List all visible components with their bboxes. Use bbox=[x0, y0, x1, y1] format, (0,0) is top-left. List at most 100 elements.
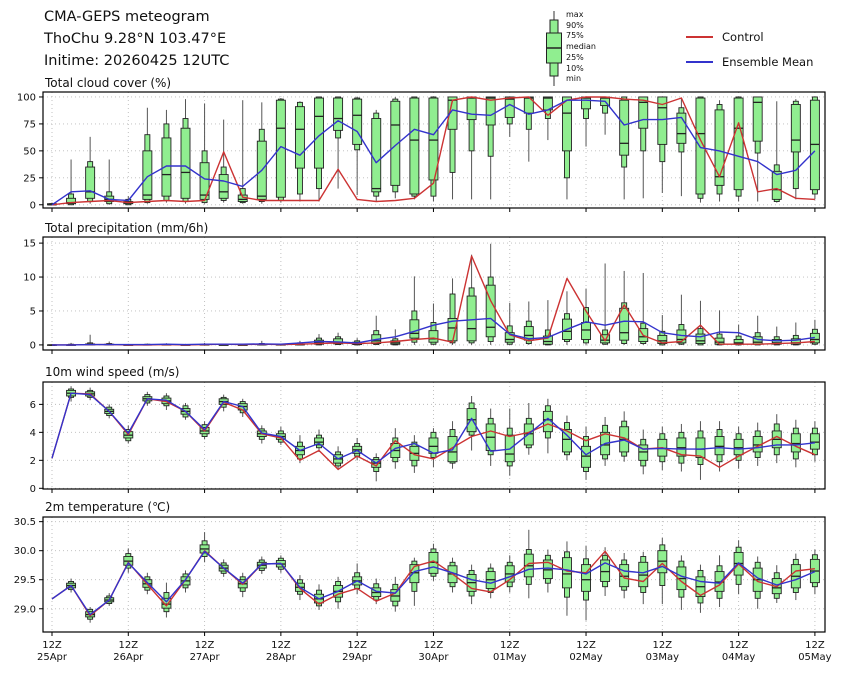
y-tick-label: 2 bbox=[30, 456, 36, 467]
x-axis-precip bbox=[51, 350, 816, 354]
box-plot bbox=[542, 549, 553, 593]
y-tick-label: 30.0 bbox=[14, 546, 36, 557]
box-plot bbox=[790, 99, 801, 200]
box-plot bbox=[371, 109, 382, 202]
box-plots-wind bbox=[66, 386, 820, 482]
box-plot bbox=[161, 582, 172, 618]
box-plot bbox=[714, 310, 725, 346]
box-plot bbox=[600, 96, 611, 135]
box-plot bbox=[562, 541, 572, 616]
y-tick-label: 100 bbox=[17, 92, 36, 103]
box-plot bbox=[771, 326, 782, 346]
y-tick-label: 0 bbox=[30, 484, 36, 495]
x-tick-date-label: 05May bbox=[798, 652, 831, 663]
y-tick-label: 50 bbox=[23, 146, 36, 157]
box-plot bbox=[466, 96, 477, 200]
box-plot bbox=[676, 294, 687, 345]
box-plot bbox=[428, 428, 439, 468]
y-tick-label: 75 bbox=[23, 119, 36, 130]
panel-precip: 0 5 10 15 bbox=[23, 236, 826, 354]
box-plot bbox=[562, 291, 572, 345]
box-plot bbox=[485, 563, 496, 599]
box-plot bbox=[752, 315, 763, 346]
box-plot bbox=[447, 278, 458, 345]
box-plot bbox=[600, 416, 611, 466]
x-tick-date-label: 04May bbox=[722, 652, 755, 663]
box-plot bbox=[142, 107, 153, 204]
x-tick-date-label: 30Apr bbox=[418, 652, 449, 663]
box-plot bbox=[695, 300, 706, 346]
box-plot bbox=[676, 555, 687, 610]
x-axis-cloud bbox=[51, 208, 816, 212]
box-plot bbox=[752, 96, 763, 202]
box-plots-precip bbox=[47, 243, 820, 346]
box-plot bbox=[790, 553, 801, 601]
box-plot bbox=[504, 302, 515, 345]
box-plot bbox=[771, 101, 782, 203]
box-plot bbox=[85, 136, 96, 204]
x-tick-hour-label: 12Z bbox=[653, 640, 673, 651]
box-plot bbox=[256, 102, 267, 204]
box-plot bbox=[256, 556, 267, 574]
meteogram-chart: 0255075100051015024629.029.530.030.512Z2… bbox=[14, 91, 832, 663]
y-tick-label: 29.0 bbox=[14, 604, 36, 615]
y-tick-label: 5 bbox=[30, 306, 36, 317]
box-plots-cloud bbox=[47, 96, 820, 206]
box-plot bbox=[600, 263, 611, 345]
box-plot bbox=[523, 96, 534, 162]
x-tick-date-label: 25Apr bbox=[37, 652, 68, 663]
panel-cloud: 0 25 50 75 100 bbox=[17, 91, 826, 212]
x-tick-hour-label: 12Z bbox=[576, 640, 596, 651]
box-plot bbox=[466, 564, 477, 605]
box-plot bbox=[790, 419, 801, 468]
x-tick-hour-label: 12Z bbox=[805, 640, 825, 651]
box-plot bbox=[199, 103, 210, 204]
y-tick-label: 25 bbox=[23, 173, 36, 184]
y-tick-label: 29.5 bbox=[14, 575, 36, 586]
x-tick-hour-label: 12Z bbox=[119, 640, 139, 651]
box-plot bbox=[619, 270, 630, 345]
y-tick-label: 0 bbox=[30, 200, 36, 211]
x-tick-date-label: 28Apr bbox=[266, 652, 297, 663]
x-tick-date-label: 26Apr bbox=[113, 652, 144, 663]
y-axis-precip: 0 5 10 15 bbox=[23, 239, 43, 351]
box-plot bbox=[504, 408, 515, 476]
box-plot bbox=[619, 553, 630, 599]
x-tick-hour-label: 12Z bbox=[42, 640, 62, 651]
x-axis-temp: 12Z25Apr12Z26Apr12Z27Apr12Z28Apr12Z29Apr… bbox=[37, 632, 832, 663]
y-tick-label: 30.5 bbox=[14, 517, 36, 528]
box-plot bbox=[562, 96, 572, 200]
x-tick-date-label: 03May bbox=[646, 652, 679, 663]
y-tick-label: 0 bbox=[30, 340, 36, 351]
x-tick-hour-label: 12Z bbox=[347, 640, 367, 651]
x-tick-date-label: 27Apr bbox=[190, 652, 221, 663]
box-plot bbox=[733, 96, 744, 202]
x-tick-date-label: 29Apr bbox=[342, 652, 373, 663]
box-plot bbox=[504, 96, 515, 137]
box-plot bbox=[314, 96, 324, 202]
x-tick-hour-label: 12Z bbox=[195, 640, 215, 651]
box-plot bbox=[809, 96, 820, 200]
y-tick-label: 4 bbox=[30, 428, 36, 439]
box-plot bbox=[657, 96, 668, 193]
box-plot bbox=[733, 426, 744, 469]
box-plot bbox=[657, 537, 668, 605]
box-plot bbox=[523, 402, 534, 455]
box-plot bbox=[638, 272, 649, 345]
x-tick-hour-label: 12Z bbox=[424, 640, 444, 651]
y-tick-label: 15 bbox=[23, 239, 36, 250]
box-plot bbox=[638, 429, 649, 475]
box-plot bbox=[66, 159, 77, 206]
box-plot bbox=[409, 96, 420, 200]
box-plot bbox=[581, 546, 591, 621]
meteogram-app: CMA-GEPS meteogram ThoChu 9.28°N 103.47°… bbox=[0, 0, 846, 680]
x-tick-date-label: 01May bbox=[493, 652, 526, 663]
box-plot bbox=[733, 324, 744, 346]
box-plot bbox=[199, 532, 210, 563]
panel-temp: 29.029.530.030.512Z25Apr12Z26Apr12Z27Apr… bbox=[14, 516, 832, 663]
box-plot bbox=[619, 96, 630, 200]
box-plot bbox=[504, 555, 515, 593]
box-plot bbox=[676, 423, 687, 472]
box-plot bbox=[638, 96, 649, 199]
box-plot bbox=[485, 408, 496, 466]
